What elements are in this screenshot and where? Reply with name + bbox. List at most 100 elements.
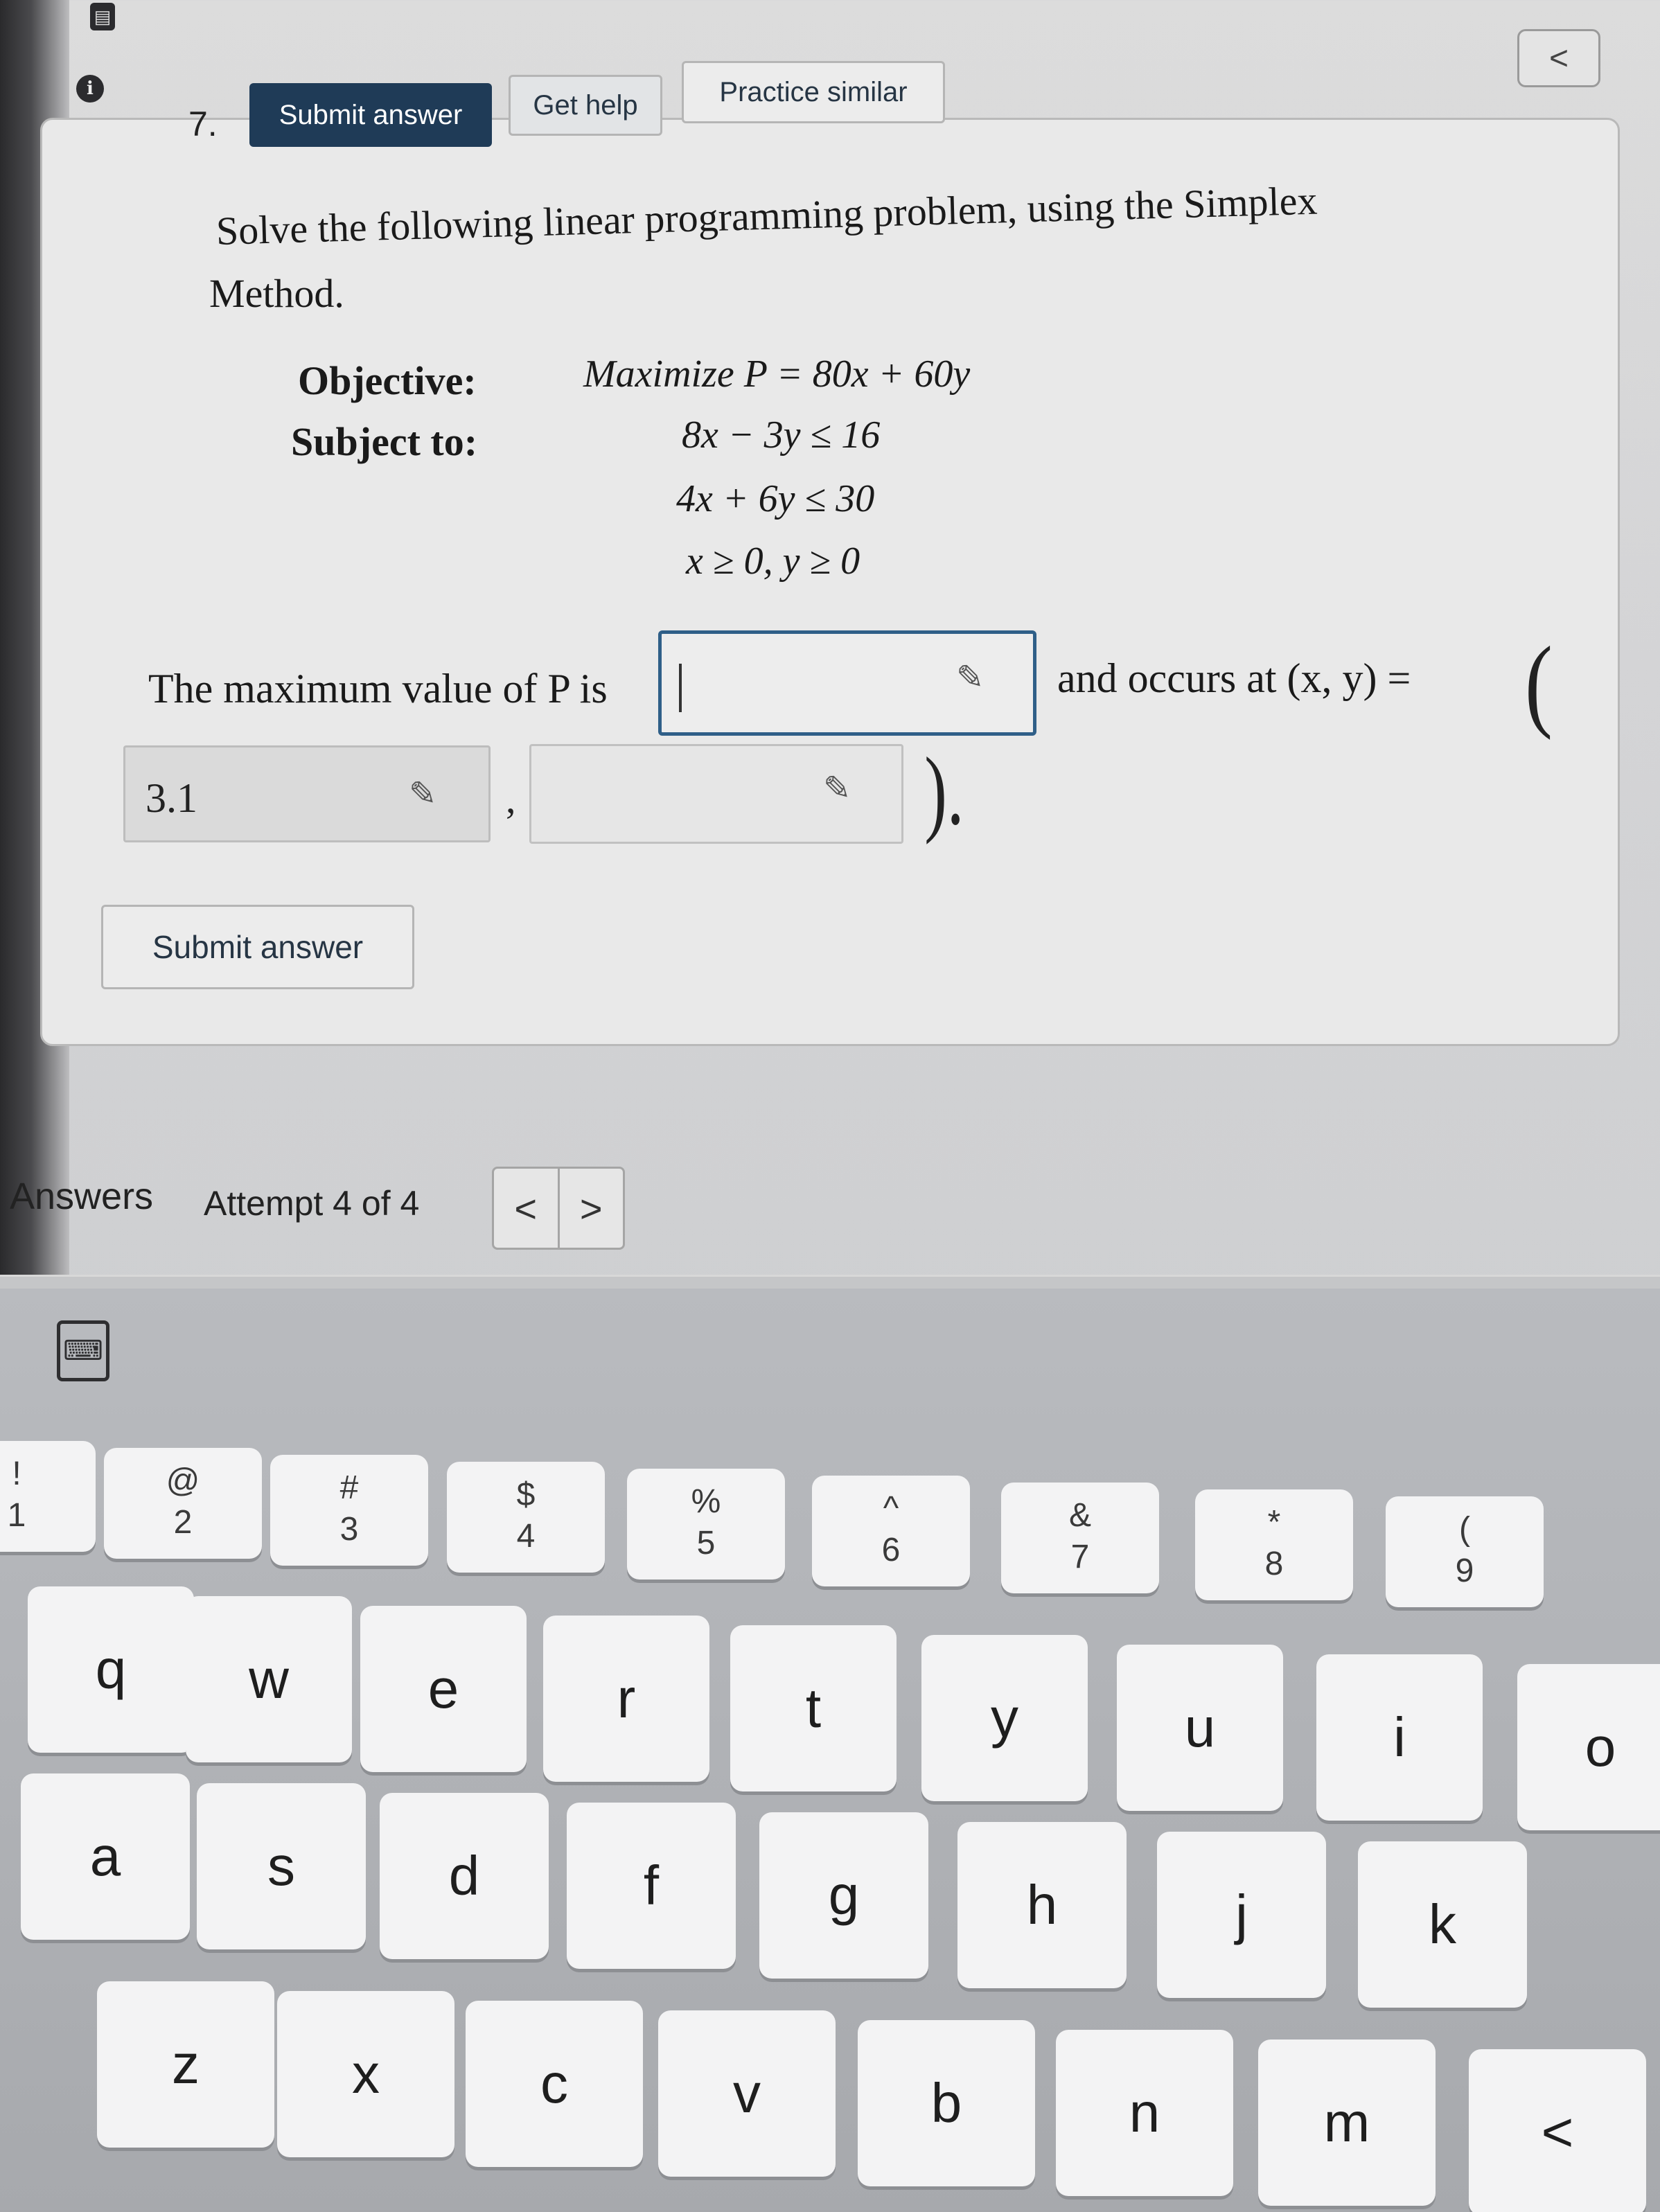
key-x[interactable]: x: [277, 1991, 454, 2157]
key-j[interactable]: j: [1157, 1832, 1326, 1998]
key-letter: m: [1323, 2091, 1370, 2153]
key-digit: 7: [1070, 1539, 1090, 1575]
key-r[interactable]: r: [543, 1616, 709, 1782]
key-2[interactable]: @2: [104, 1448, 262, 1559]
key-n[interactable]: n: [1056, 2030, 1233, 2196]
key-letter: w: [249, 1648, 289, 1710]
key-d[interactable]: d: [380, 1793, 549, 1959]
key-q[interactable]: q: [28, 1586, 194, 1753]
key-digit: 3: [339, 1511, 359, 1548]
x-value: 3.1: [145, 775, 197, 821]
key-letter: e: [427, 1658, 459, 1719]
key-letter: q: [95, 1638, 127, 1700]
submit-answer-button[interactable]: Submit answer: [249, 83, 492, 147]
key-letter: t: [805, 1677, 822, 1739]
key-digit: 9: [1455, 1552, 1474, 1589]
key-shift-symbol: &: [1068, 1497, 1091, 1534]
key-letter: u: [1184, 1697, 1216, 1758]
key-4[interactable]: $4: [447, 1462, 605, 1573]
constraint-3: x ≥ 0, y ≥ 0: [686, 540, 860, 583]
key-h[interactable]: h: [957, 1822, 1127, 1988]
key-letter: o: [1584, 1716, 1616, 1778]
key-u[interactable]: u: [1117, 1645, 1283, 1811]
key-3[interactable]: #3: [270, 1455, 428, 1566]
constraint-1: 8x − 3y ≤ 16: [682, 414, 881, 457]
key-digit: 5: [696, 1525, 716, 1561]
key-c[interactable]: c: [466, 2001, 643, 2167]
key-5[interactable]: % 5: [627, 1469, 785, 1580]
key-letter: r: [617, 1667, 636, 1729]
answers-label: Answers: [10, 1176, 154, 1217]
keyboard-icon[interactable]: ⌨: [57, 1320, 109, 1381]
key-digit: 6: [881, 1532, 901, 1568]
key-letter: c: [540, 2053, 568, 2114]
key-shift-symbol: !: [12, 1456, 21, 1492]
menu-icon[interactable]: ▤: [90, 3, 115, 30]
open-paren: (: [1524, 626, 1553, 741]
get-help-button[interactable]: Get help: [509, 75, 662, 136]
text-caret: [679, 664, 682, 712]
key-a[interactable]: a: [21, 1773, 190, 1940]
info-icon[interactable]: i: [76, 75, 104, 103]
key-shift-symbol: #: [339, 1469, 359, 1506]
next-attempt-button[interactable]: >: [560, 1169, 624, 1248]
key-b[interactable]: b: [858, 2020, 1035, 2186]
question-number: 7.: [188, 105, 218, 143]
key-e[interactable]: e: [360, 1606, 527, 1772]
key-g[interactable]: g: [759, 1812, 928, 1979]
key-f[interactable]: f: [567, 1803, 736, 1969]
attempt-pager: < >: [492, 1167, 625, 1250]
collapse-button[interactable]: <: [1517, 29, 1600, 87]
key-7[interactable]: & 7: [1001, 1483, 1159, 1593]
close-paren: ).: [924, 738, 964, 845]
occurs-at-text: and occurs at (x, y) =: [1057, 655, 1411, 701]
key-w[interactable]: w: [186, 1596, 352, 1762]
key-i[interactable]: i: [1316, 1654, 1483, 1821]
key-1[interactable]: ! 1: [0, 1441, 96, 1552]
practice-similar-button[interactable]: Practice similar: [682, 61, 945, 123]
key-letter: n: [1129, 2082, 1160, 2143]
objective-function: Maximize P = 80x + 60y: [583, 353, 971, 396]
problem-prompt-continued: Method.: [209, 271, 344, 316]
key-letter: i: [1393, 1706, 1406, 1768]
key-shift-symbol: %: [691, 1483, 721, 1520]
key-k[interactable]: k: [1358, 1841, 1527, 2008]
key-letter: z: [172, 2033, 200, 2095]
key-letter: y: [991, 1687, 1018, 1749]
key-letter: s: [267, 1835, 295, 1897]
key-v[interactable]: v: [658, 2010, 836, 2177]
key-8[interactable]: * 8: [1195, 1489, 1353, 1600]
key-letter: g: [828, 1864, 860, 1926]
constraint-2: 4x + 6y ≤ 30: [676, 477, 875, 520]
key-letter: h: [1026, 1874, 1058, 1936]
pencil-icon[interactable]: ✎: [956, 658, 984, 697]
submit-answer-bottom-button[interactable]: Submit answer: [101, 905, 414, 989]
key-digit: 1: [7, 1497, 26, 1534]
key-6[interactable]: ^ 6: [812, 1476, 970, 1586]
key-<[interactable]: <: [1469, 2049, 1646, 2212]
max-value-text: The maximum value of P is: [148, 666, 608, 711]
key-letter: a: [89, 1825, 121, 1887]
key-m[interactable]: m: [1258, 2040, 1436, 2206]
key-shift-symbol: ^: [883, 1490, 899, 1527]
prev-attempt-button[interactable]: <: [494, 1169, 560, 1248]
objective-label: Objective:: [298, 358, 477, 403]
pencil-icon[interactable]: ✎: [823, 769, 851, 808]
key-shift-symbol: @: [166, 1462, 200, 1499]
key-digit: 8: [1264, 1546, 1284, 1582]
key-letter: j: [1235, 1884, 1248, 1945]
key-o[interactable]: o: [1517, 1664, 1660, 1830]
key-s[interactable]: s: [197, 1783, 366, 1949]
key-letter: x: [352, 2043, 380, 2105]
key-letter: k: [1429, 1893, 1456, 1955]
key-9[interactable]: (9: [1386, 1496, 1544, 1607]
key-t[interactable]: t: [730, 1625, 897, 1791]
key-shift-symbol: *: [1267, 1504, 1281, 1541]
key-digit: 2: [173, 1504, 193, 1541]
key-y[interactable]: y: [921, 1635, 1088, 1801]
key-shift-symbol: (: [1459, 1511, 1470, 1548]
key-shift-symbol: $: [516, 1476, 536, 1513]
pencil-icon[interactable]: ✎: [409, 775, 436, 813]
key-z[interactable]: z: [97, 1981, 274, 2148]
subject-to-label: Subject to:: [291, 419, 478, 464]
